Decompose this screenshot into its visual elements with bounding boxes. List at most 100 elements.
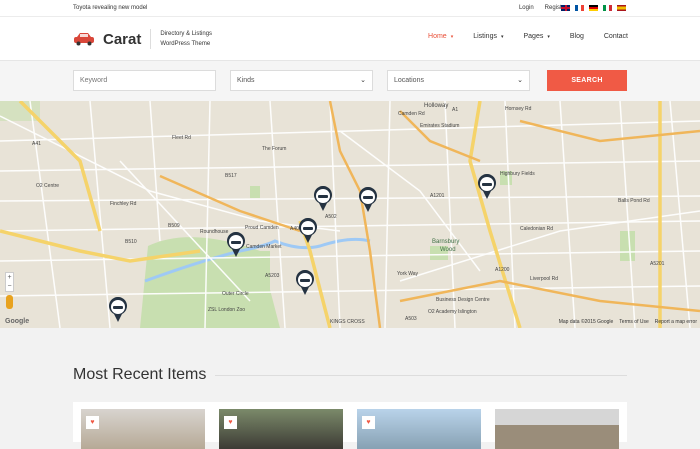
- chevron-down-icon: ⌄: [517, 77, 523, 84]
- chevron-down-icon: ▾: [450, 33, 454, 40]
- chevron-down-icon: ▾: [500, 33, 504, 40]
- items-strip: ♥ ♥ ♥: [73, 402, 627, 449]
- listings-map[interactable]: Holloway Emirates Stadium Highbury Field…: [0, 101, 700, 328]
- section-divider: [215, 375, 627, 376]
- nav-contact[interactable]: Contact: [604, 33, 628, 40]
- keyword-input[interactable]: Keyword: [73, 70, 216, 91]
- car-pin-icon[interactable]: [108, 297, 128, 323]
- nav-contact-label: Contact: [603, 33, 628, 40]
- chevron-down-icon: ⌄: [360, 77, 366, 84]
- heart-icon[interactable]: ♥: [86, 416, 99, 429]
- google-logo: Google: [5, 318, 30, 325]
- map-label-b517: B517: [225, 173, 237, 179]
- brand-name: Carat: [103, 30, 142, 48]
- nav-home-label: Home: [428, 33, 447, 40]
- search-button[interactable]: SEARCH: [547, 70, 627, 91]
- map-label-zsl: ZSL London Zoo: [208, 307, 246, 313]
- nav-listings[interactable]: Listings ▾: [473, 33, 503, 40]
- car-pin-icon[interactable]: [313, 186, 333, 212]
- search-bar: Keyword Kinds ⌄ Locations ⌄ SEARCH: [0, 61, 700, 101]
- tagline: Directory & Listings WordPress Theme: [160, 29, 212, 49]
- map-label-a1201: A1201: [430, 193, 445, 199]
- nav-listings-label: Listings: [473, 33, 497, 40]
- nav-pages[interactable]: Pages ▾: [523, 33, 549, 40]
- main-nav: Home ▾ Listings ▾ Pages ▾ Blog Contact: [428, 33, 628, 40]
- uk-flag-icon[interactable]: [561, 5, 570, 11]
- map-label-barnsbury: Barnsbury: [432, 239, 460, 245]
- map-label-balls-pond: Balls Pond Rd: [618, 198, 650, 204]
- map-label-camden-rd: Camden Rd: [398, 111, 425, 117]
- map-label-a503: A503: [405, 316, 417, 322]
- car-pin-icon[interactable]: [298, 218, 318, 244]
- nav-blog-label: Blog: [569, 33, 584, 40]
- map-label-finchley: Finchley Rd: [110, 201, 137, 207]
- car-pin-icon[interactable]: [295, 270, 315, 296]
- item-card[interactable]: ♥: [219, 409, 343, 449]
- map-label-holloway: Holloway: [424, 103, 449, 109]
- item-card[interactable]: [495, 409, 619, 449]
- heart-icon[interactable]: ♥: [362, 416, 375, 429]
- map-label-a41: A41: [32, 141, 41, 147]
- street-view-pegman-icon[interactable]: [6, 295, 13, 309]
- map-data-text: Map data ©2015 Google: [558, 319, 614, 325]
- item-card[interactable]: ♥: [81, 409, 205, 449]
- map-zoom-control: + −: [5, 272, 14, 292]
- chevron-down-icon: ▾: [547, 33, 550, 40]
- map-label-a1200: A1200: [495, 267, 510, 273]
- map-label-york-way: York Way: [397, 271, 419, 277]
- nav-home[interactable]: Home ▾: [428, 33, 453, 40]
- car-logo-icon: [74, 33, 94, 46]
- map-label-a502: A502: [325, 214, 337, 220]
- map-label-business: Business Design Centre: [436, 297, 490, 303]
- locations-value: Locations: [394, 77, 424, 84]
- keyword-placeholder: Keyword: [80, 77, 108, 84]
- site-header: Carat Directory & Listings WordPress The…: [0, 17, 700, 61]
- car-pin-icon[interactable]: [226, 232, 246, 258]
- map-label-a5201: A5201: [650, 261, 665, 267]
- locations-select[interactable]: Locations ⌄: [387, 70, 530, 91]
- tagline-line-2: WordPress Theme: [160, 41, 211, 47]
- it-flag-icon[interactable]: [603, 5, 612, 11]
- nav-pages-label: Pages: [523, 33, 544, 40]
- nav-blog[interactable]: Blog: [570, 33, 584, 40]
- tagline-line-1: Directory & Listings: [160, 31, 213, 37]
- car-pin-icon[interactable]: [477, 174, 497, 200]
- de-flag-icon[interactable]: [589, 5, 598, 11]
- login-link[interactable]: Login: [519, 5, 534, 11]
- report-error-link[interactable]: Report a map error: [655, 319, 697, 325]
- logo-divider: [150, 29, 152, 49]
- map-label-camden: Proud Camden: [245, 225, 279, 231]
- top-bar: Toyota revealing new model Login Registe…: [0, 0, 700, 17]
- map-label-hornsey: Hornsey Rd: [505, 106, 532, 112]
- map-label-roundhouse: Roundhouse: [200, 229, 229, 235]
- kinds-value: Kinds: [237, 77, 255, 84]
- map-label-fleet: Fleet Rd: [172, 135, 191, 141]
- kinds-select[interactable]: Kinds ⌄: [230, 70, 373, 91]
- map-label-b509: B509: [168, 223, 180, 229]
- map-label-a1: A1: [452, 107, 459, 113]
- map-roads: [0, 101, 700, 328]
- map-label-b510: B510: [125, 239, 137, 245]
- map-label-outer-circle: Outer Circle: [222, 291, 249, 297]
- map-label-liverpool: Liverpool Rd: [530, 276, 559, 282]
- map-attribution: Map data ©2015 Google Terms of Use Repor…: [559, 319, 697, 325]
- map-label-kings: KINGS CROSS: [330, 319, 365, 325]
- map-label-market: Camden Market: [246, 244, 282, 250]
- car-pin-icon[interactable]: [358, 187, 378, 213]
- map-label-o2: O2 Centre: [36, 183, 60, 189]
- zoom-in-button[interactable]: +: [6, 273, 13, 282]
- fr-flag-icon[interactable]: [575, 5, 584, 11]
- news-ticker[interactable]: Toyota revealing new model: [73, 5, 147, 11]
- map-label-emirates: Emirates Stadium: [420, 123, 460, 129]
- map-label-wood: Wood: [440, 247, 456, 253]
- logo[interactable]: Carat Directory & Listings WordPress The…: [73, 29, 212, 49]
- map-label-caledonian: Caledonian Rd: [520, 226, 554, 232]
- zoom-out-button[interactable]: −: [6, 282, 13, 291]
- heart-icon[interactable]: ♥: [224, 416, 237, 429]
- map-label-islington: O2 Academy Islington: [428, 309, 477, 315]
- item-card[interactable]: ♥: [357, 409, 481, 449]
- es-flag-icon[interactable]: [617, 5, 626, 11]
- map-label-forum: The Forum: [262, 146, 287, 152]
- map-label-a5203: A5203: [265, 273, 280, 279]
- terms-link[interactable]: Terms of Use: [619, 319, 648, 325]
